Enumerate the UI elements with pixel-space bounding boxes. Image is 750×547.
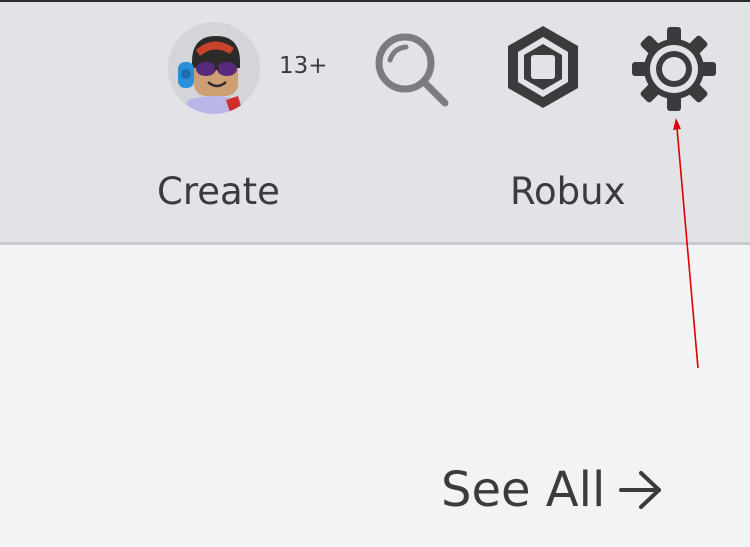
search-icon	[375, 33, 449, 107]
top-navigation-bar: 13+ Create Robux	[0, 0, 750, 245]
search-button[interactable]	[372, 30, 450, 108]
nav-create-link[interactable]: Create	[157, 170, 280, 213]
see-all-label: See All	[441, 462, 606, 518]
user-avatar[interactable]	[168, 22, 260, 114]
window-top-edge	[0, 0, 750, 2]
robux-icon	[508, 26, 578, 108]
gear-icon	[632, 27, 716, 111]
settings-button[interactable]	[631, 26, 717, 112]
arrow-right-icon	[619, 471, 662, 509]
nav-robux-link[interactable]: Robux	[510, 170, 626, 213]
avatar-headshot-icon	[168, 22, 260, 114]
robux-button[interactable]	[500, 24, 586, 110]
age-bracket-label: 13+	[279, 53, 328, 79]
see-all-link[interactable]: See All	[441, 462, 663, 518]
